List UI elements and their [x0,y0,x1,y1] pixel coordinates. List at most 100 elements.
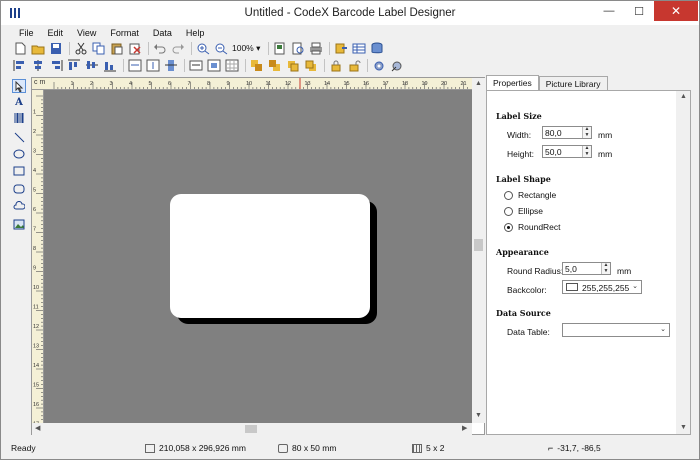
center-page-icon[interactable] [207,59,221,72]
same-height-icon[interactable] [146,59,160,72]
line-tool-icon[interactable] [12,130,26,144]
paste-icon[interactable] [110,42,124,55]
align-middle-icon[interactable] [85,59,99,72]
align-right-icon[interactable] [49,59,63,72]
save-icon[interactable] [49,42,63,55]
zoom-level[interactable]: 100% ▾ [232,43,260,54]
data-table-icon[interactable] [352,42,366,55]
scroll-down-icon[interactable]: ▼ [680,424,687,431]
bring-forward-icon[interactable] [286,59,300,72]
ruler-number: 13 [33,344,39,350]
align-center-icon[interactable] [31,59,45,72]
delete-icon[interactable] [128,42,142,55]
chevron-down-icon[interactable]: ⌄ [657,324,669,336]
width-stepper[interactable]: 80,0 ▲ ▼ [542,126,592,139]
height-unit: mm [598,149,613,159]
tab-picture-library[interactable]: Picture Library [538,76,608,90]
unlock-icon[interactable] [347,59,361,72]
ruler-number: 6 [33,207,36,213]
align-top-icon[interactable] [67,59,81,72]
open-folder-icon[interactable] [31,42,45,55]
radio-button[interactable] [504,190,513,200]
print-preview-icon[interactable] [291,42,305,55]
cloud-tool-icon[interactable] [12,199,26,213]
vertical-scrollbar[interactable]: ▲ ▼ [472,78,485,423]
same-width-icon[interactable] [128,59,142,72]
close-button[interactable]: ✕ [654,1,698,21]
panel-scrollbar[interactable]: ▲ ▼ [676,91,690,434]
data-table-select[interactable]: ⌄ [562,323,670,337]
toolbar-separator [367,59,368,72]
grid-icon[interactable] [225,59,239,72]
ellipse-tool-icon[interactable] [12,147,26,161]
align-bottom-icon[interactable] [103,59,117,72]
ruler-number: 6 [168,81,171,87]
tools-icon[interactable] [390,59,404,72]
picture-tool-icon[interactable] [12,217,26,231]
new-file-icon[interactable] [13,42,27,55]
chevron-down-icon[interactable]: ⌄ [629,281,641,293]
stepper-arrows[interactable]: ▲ ▼ [582,145,591,157]
ruler-number: 12 [33,324,39,330]
minimize-button[interactable]: — [595,1,623,21]
work-area[interactable] [44,90,472,423]
cut-icon[interactable] [74,42,88,55]
barcode-tool-icon[interactable] [12,111,26,125]
scroll-right-icon[interactable]: ▶ [462,424,467,432]
pointer-tool-icon[interactable] [12,79,26,93]
redo-icon[interactable] [171,42,185,55]
stepper-arrows[interactable]: ▲ ▼ [601,262,610,274]
menu-format[interactable]: Format [103,28,146,38]
color-swatch [566,283,578,291]
scroll-left-icon[interactable]: ◀ [35,424,40,432]
align-left-icon[interactable] [13,59,27,72]
scroll-up-icon[interactable]: ▲ [475,80,482,87]
center-horizontal-icon[interactable] [164,59,178,72]
round-radius-stepper[interactable]: 5,0 ▲ ▼ [562,262,611,275]
menu-view[interactable]: View [70,28,103,38]
menu-data[interactable]: Data [146,28,179,38]
send-back-icon[interactable] [268,59,282,72]
settings-icon[interactable] [372,59,386,72]
copy-icon[interactable] [92,42,106,55]
menu-edit[interactable]: Edit [41,28,71,38]
shape-rectangle-radio[interactable]: Rectangle [504,190,556,200]
send-backward-icon[interactable] [304,59,318,72]
tab-properties[interactable]: Properties [486,75,539,90]
radio-button-selected[interactable] [504,222,513,232]
undo-icon[interactable] [153,42,167,55]
lock-icon[interactable] [329,59,343,72]
print-icon[interactable] [309,42,323,55]
database-icon[interactable] [370,42,384,55]
shape-ellipse-radio[interactable]: Ellipse [504,206,543,216]
rectangle-tool-icon[interactable] [12,164,26,178]
toolbar-separator [191,42,192,55]
scroll-down-icon[interactable]: ▼ [475,412,482,419]
text-tool-icon[interactable]: A [12,95,26,109]
zoom-in-icon[interactable] [196,42,210,55]
menu-file[interactable]: File [12,28,41,38]
horizontal-scroll-thumb[interactable] [245,425,257,433]
height-stepper[interactable]: 50,0 ▲ ▼ [542,145,592,158]
horizontal-ruler-ticks: 123456789101112131415161718192021 [53,78,468,89]
menu-help[interactable]: Help [179,28,212,38]
shape-roundrect-radio[interactable]: RoundRect [504,222,561,232]
page-setup-icon[interactable] [273,42,287,55]
backcolor-picker[interactable]: 255,255,255 ⌄ [562,280,642,294]
fit-page-icon[interactable] [189,59,203,72]
export-icon[interactable] [334,42,348,55]
width-label: Width: [507,130,532,140]
properties-body: Label Size Width: 80,0 ▲ ▼ mm Height: 50,0… [486,90,691,435]
label-page[interactable] [170,194,370,318]
stepper-arrows[interactable]: ▲ ▼ [582,126,591,138]
maximize-button[interactable]: ☐ [625,1,653,21]
horizontal-scrollbar[interactable]: ◀ ▶ [32,423,472,435]
status-label-size: 80 x 50 mm [278,443,336,453]
scroll-up-icon[interactable]: ▲ [680,93,687,100]
radio-button[interactable] [504,206,513,216]
ruler-number: 16 [33,402,39,408]
vertical-scroll-thumb[interactable] [474,239,483,251]
roundrect-tool-icon[interactable] [12,182,26,196]
zoom-out-icon[interactable] [214,42,228,55]
bring-front-icon[interactable] [250,59,264,72]
